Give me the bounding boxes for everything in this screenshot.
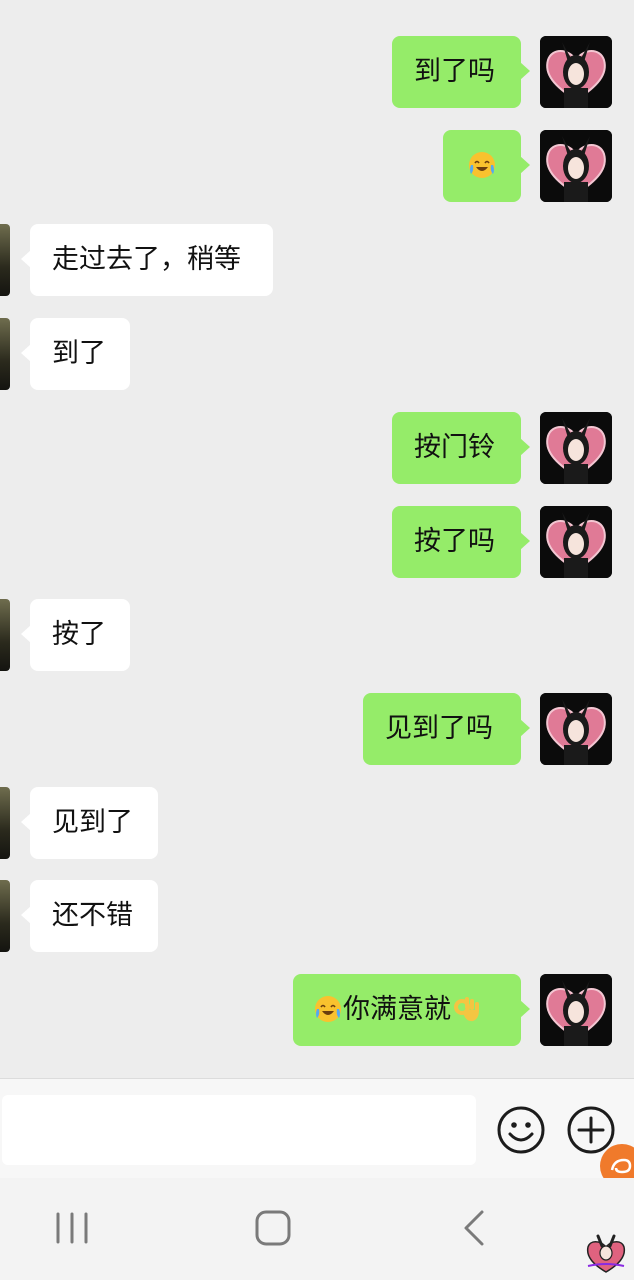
message-row: 见到了吗 — [0, 693, 634, 765]
contact-message-bubble[interactable]: 还不错 — [21, 880, 158, 952]
message-row: 走过去了，稍等 — [0, 224, 634, 296]
back-icon[interactable] — [444, 1198, 504, 1258]
smiley-face-icon[interactable] — [496, 1105, 546, 1155]
contact-message-bubble[interactable]: 到了 — [21, 318, 130, 390]
system-nav-bar — [0, 1178, 634, 1280]
my-avatar[interactable] — [540, 693, 612, 765]
crying-laughing-emoji-icon — [469, 151, 495, 178]
input-bar — [0, 1078, 634, 1179]
my-message-bubble[interactable]: 到了吗 — [392, 36, 530, 108]
message-row: 到了 — [0, 318, 634, 390]
contact-avatar[interactable] — [0, 880, 10, 952]
my-message-bubble[interactable]: 你满意就 — [293, 974, 530, 1046]
my-avatar[interactable] — [540, 36, 612, 108]
message-row: 还不错 — [0, 880, 634, 952]
my-message-bubble[interactable] — [443, 130, 530, 202]
contact-avatar[interactable] — [0, 318, 10, 390]
my-avatar[interactable] — [540, 974, 612, 1046]
contact-avatar[interactable] — [0, 599, 10, 671]
contact-avatar[interactable] — [0, 224, 10, 296]
message-row: 你满意就 — [0, 974, 634, 1046]
contact-message-bubble[interactable]: 见到了 — [21, 787, 158, 859]
my-avatar[interactable] — [540, 412, 612, 484]
contact-message-bubble[interactable]: 走过去了，稍等 — [21, 224, 273, 296]
my-avatar[interactable] — [540, 130, 612, 202]
message-row: 到了吗 — [0, 36, 634, 108]
my-message-bubble[interactable]: 按了吗 — [392, 506, 530, 578]
ok-hand-emoji-icon — [454, 996, 479, 1021]
my-message-bubble[interactable]: 见到了吗 — [363, 693, 530, 765]
message-row: 见到了 — [0, 787, 634, 859]
chat-area[interactable]: 到了吗 走过去了，稍等 到了 按门铃 按了吗 按了 见到了吗 见到了 还不错 你… — [0, 0, 634, 1078]
message-row: 按了 — [0, 599, 634, 671]
watermark-logo-icon — [582, 1232, 630, 1276]
home-icon[interactable] — [243, 1198, 303, 1258]
recent-apps-icon[interactable] — [42, 1198, 102, 1258]
message-input[interactable] — [2, 1095, 476, 1165]
message-row: 按了吗 — [0, 506, 634, 578]
contact-avatar[interactable] — [0, 787, 10, 859]
crying-laughing-emoji-icon — [315, 995, 341, 1022]
contact-message-bubble[interactable]: 按了 — [21, 599, 130, 671]
my-message-bubble[interactable]: 按门铃 — [392, 412, 530, 484]
message-row — [0, 130, 634, 202]
message-text: 你满意就 — [343, 994, 451, 1025]
my-avatar[interactable] — [540, 506, 612, 578]
message-row: 按门铃 — [0, 412, 634, 484]
